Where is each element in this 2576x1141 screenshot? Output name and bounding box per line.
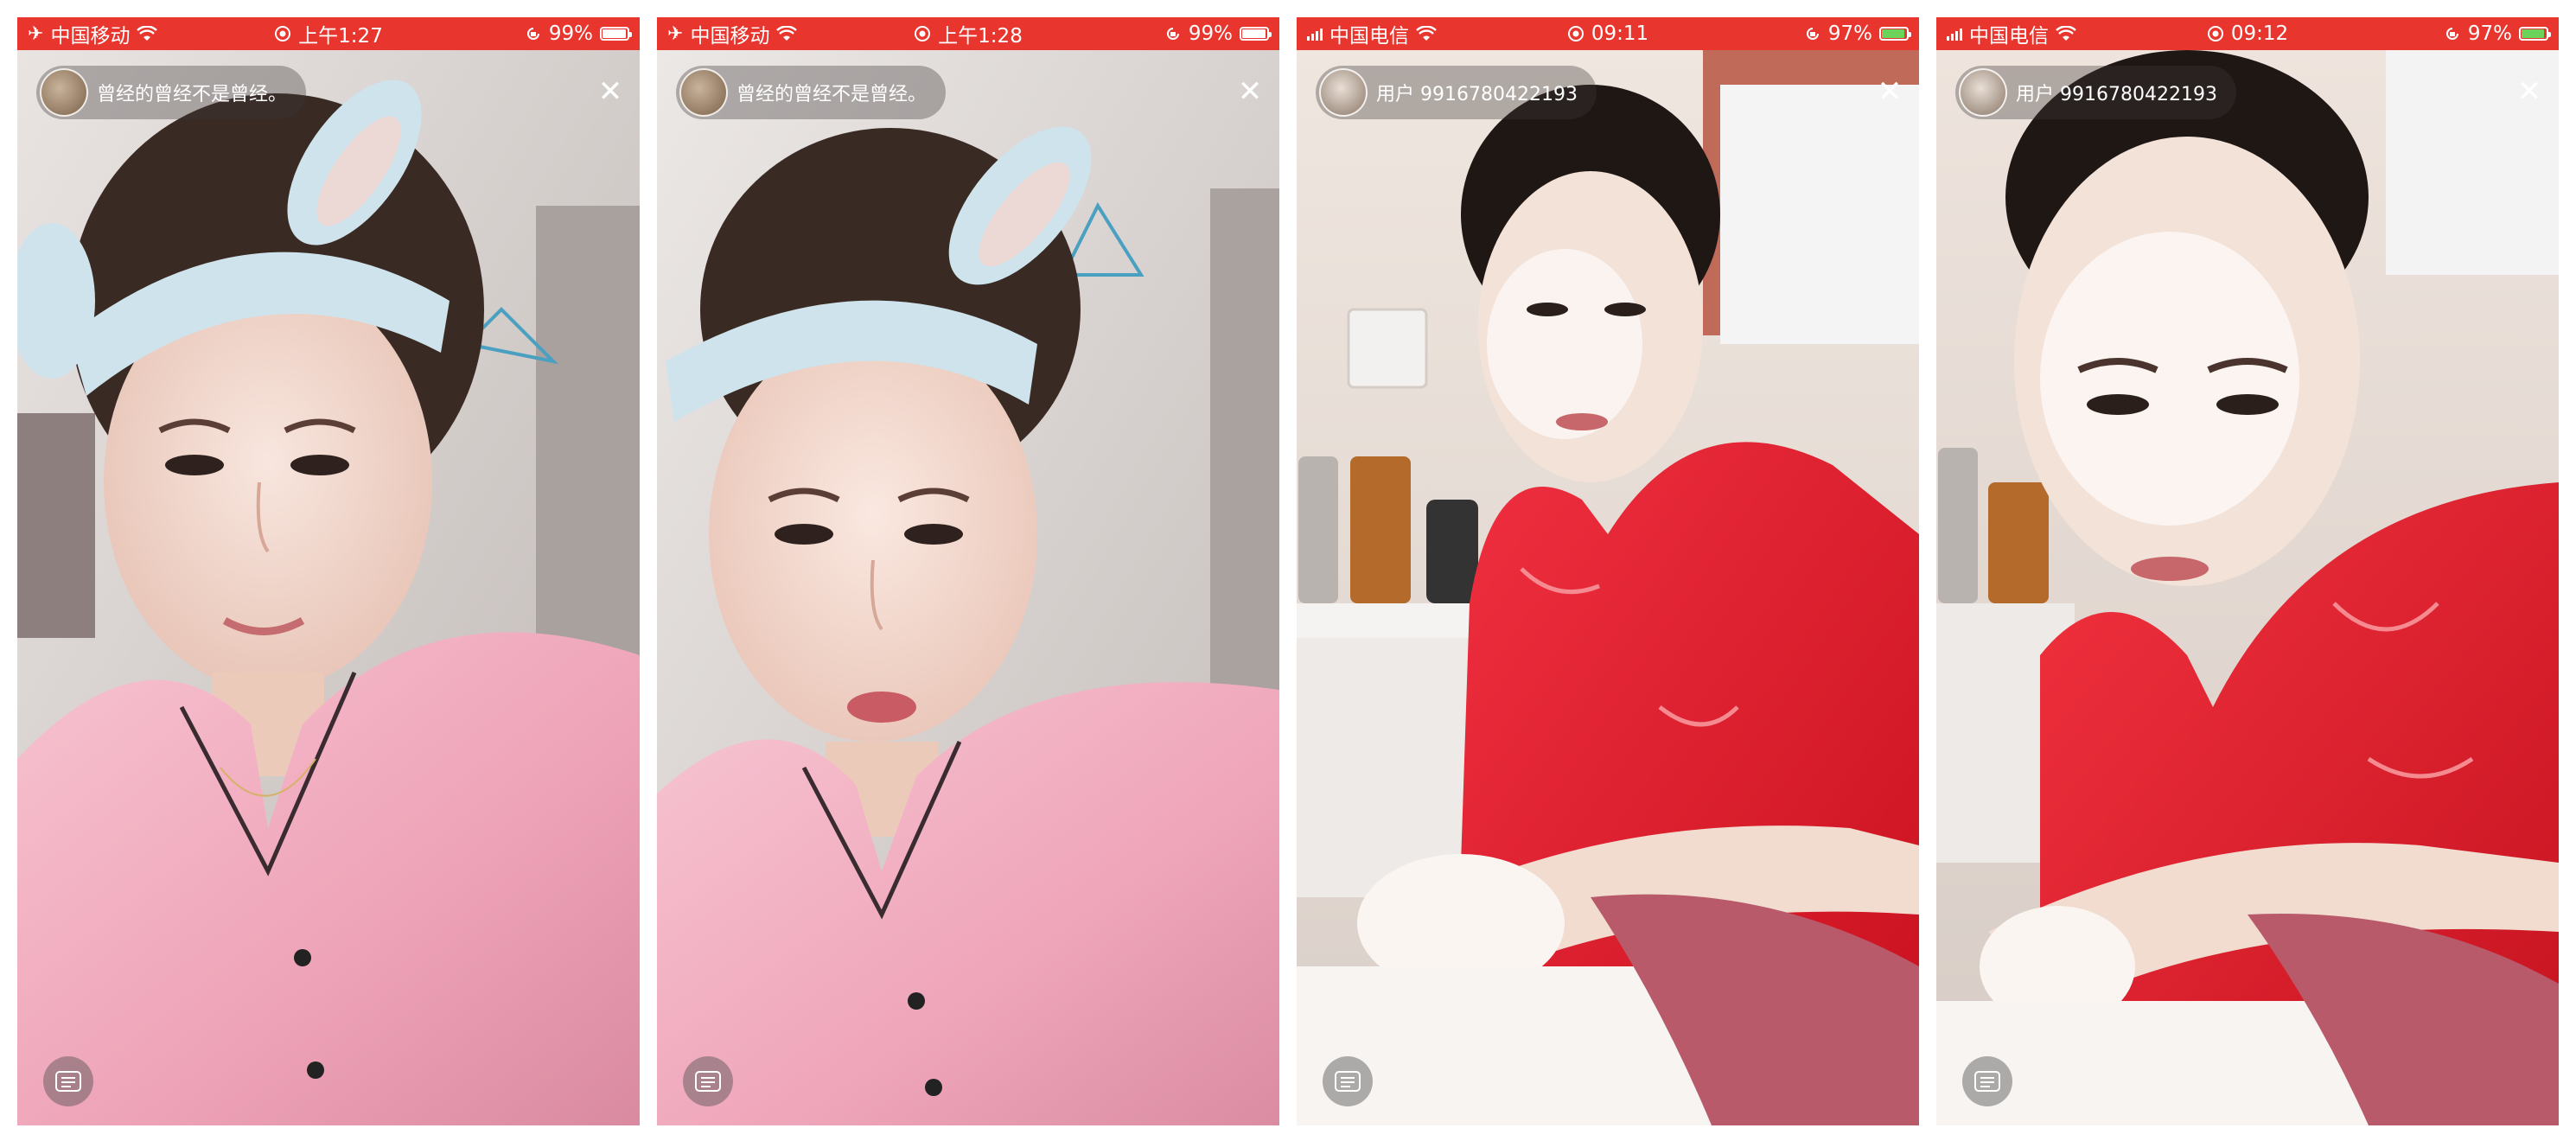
video-frame-red-robe bbox=[1936, 50, 2559, 1125]
carrier-label: 中国移动 bbox=[50, 25, 131, 48]
avatar[interactable] bbox=[1959, 68, 2007, 117]
streamer-info[interactable]: 曾经的曾经不是曾经。 bbox=[676, 66, 947, 119]
username: 用户 9916780422193 bbox=[1376, 84, 1578, 105]
video-frame-pink-pajamas bbox=[17, 50, 640, 1125]
video-frame-pink-pajamas bbox=[657, 50, 1279, 1125]
menu-button[interactable] bbox=[1962, 1056, 2012, 1106]
carrier-label: 中国电信 bbox=[1329, 25, 1409, 48]
clock: 09:12 bbox=[2230, 22, 2289, 45]
rotation-lock-icon bbox=[1804, 25, 1821, 42]
username: 用户 9916780422193 bbox=[2016, 84, 2217, 105]
username: 曾经的曾经不是曾经。 bbox=[97, 84, 288, 105]
screenshot-collage: ✈ 中国移动 上午1:27 99% 曾经的曾经不是曾经。 ✕ ✈ 中国移动 上午… bbox=[0, 0, 2576, 1141]
phone-screen-2: ✈ 中国移动 上午1:28 99% 曾经的曾经不是曾经。 ✕ bbox=[657, 17, 1279, 1125]
battery-percent: 97% bbox=[2467, 22, 2512, 45]
wifi-icon bbox=[1416, 26, 1437, 41]
avatar[interactable] bbox=[40, 68, 88, 117]
wifi-icon bbox=[137, 26, 158, 41]
battery-icon bbox=[1240, 27, 1272, 41]
menu-icon bbox=[695, 1071, 721, 1092]
wifi-icon bbox=[776, 26, 798, 41]
orientation-lock-icon bbox=[274, 25, 291, 42]
status-bar: ✈ 中国移动 上午1:27 99% bbox=[17, 17, 640, 50]
close-icon[interactable]: ✕ bbox=[1871, 73, 1909, 111]
streamer-info[interactable]: 用户 9916780422193 bbox=[1955, 66, 2236, 119]
clock: 上午1:27 bbox=[298, 25, 383, 48]
streamer-info[interactable]: 曾经的曾经不是曾经。 bbox=[36, 66, 307, 119]
phone-screen-1: ✈ 中国移动 上午1:27 99% 曾经的曾经不是曾经。 ✕ bbox=[17, 17, 640, 1125]
menu-icon bbox=[55, 1071, 81, 1092]
battery-charging-icon bbox=[1879, 27, 1911, 41]
close-icon[interactable]: ✕ bbox=[2510, 73, 2548, 111]
rotation-lock-icon bbox=[2444, 25, 2461, 42]
menu-icon bbox=[1335, 1071, 1361, 1092]
phone-screen-4: 中国电信 09:12 97% 用户 9916780422193 ✕ bbox=[1936, 17, 2559, 1125]
signal-icon bbox=[1947, 27, 1962, 41]
clock: 上午1:28 bbox=[938, 25, 1023, 48]
battery-percent: 97% bbox=[1827, 22, 1872, 45]
close-icon[interactable]: ✕ bbox=[591, 73, 629, 111]
rotation-lock-icon bbox=[525, 25, 542, 42]
carrier-label: 中国电信 bbox=[1969, 25, 2049, 48]
orientation-lock-icon bbox=[1567, 25, 1584, 42]
menu-button[interactable] bbox=[683, 1056, 733, 1106]
status-bar: 中国电信 09:12 97% bbox=[1936, 17, 2559, 50]
menu-icon bbox=[1974, 1071, 2000, 1092]
orientation-lock-icon bbox=[2207, 25, 2224, 42]
close-icon[interactable]: ✕ bbox=[1231, 73, 1269, 111]
battery-charging-icon bbox=[2519, 27, 2551, 41]
status-bar: ✈ 中国移动 上午1:28 99% bbox=[657, 17, 1279, 50]
menu-button[interactable] bbox=[1323, 1056, 1373, 1106]
wifi-icon bbox=[2056, 26, 2076, 41]
orientation-lock-icon bbox=[914, 25, 931, 42]
carrier-label: 中国移动 bbox=[690, 25, 770, 48]
battery-percent: 99% bbox=[1188, 22, 1233, 45]
signal-icon bbox=[1307, 27, 1323, 41]
clock: 09:11 bbox=[1591, 22, 1649, 45]
menu-button[interactable] bbox=[43, 1056, 93, 1106]
battery-icon bbox=[600, 27, 632, 41]
streamer-info[interactable]: 用户 9916780422193 bbox=[1316, 66, 1597, 119]
airplane-icon: ✈ bbox=[28, 22, 44, 45]
username: 曾经的曾经不是曾经。 bbox=[736, 84, 928, 105]
rotation-lock-icon bbox=[1164, 25, 1182, 42]
airplane-icon: ✈ bbox=[667, 22, 684, 45]
status-bar: 中国电信 09:11 97% bbox=[1297, 17, 1919, 50]
battery-percent: 99% bbox=[548, 22, 593, 45]
avatar[interactable] bbox=[679, 68, 728, 117]
phone-screen-3: 中国电信 09:11 97% 用户 9916780422193 ✕ bbox=[1297, 17, 1919, 1125]
video-frame-red-robe bbox=[1297, 50, 1919, 1125]
avatar[interactable] bbox=[1319, 68, 1368, 117]
